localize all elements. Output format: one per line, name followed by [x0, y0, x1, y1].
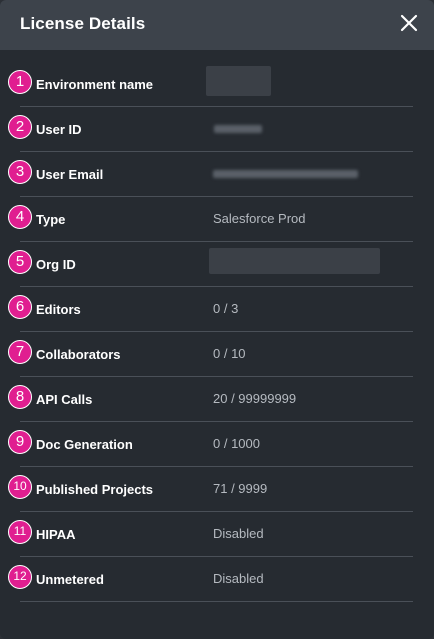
close-icon: [400, 14, 418, 32]
step-badge: 1: [8, 70, 32, 94]
row-environment-name: 1 Environment name: [0, 62, 434, 107]
row-label: Type: [36, 212, 66, 227]
row-value: Salesforce Prod: [213, 211, 306, 226]
step-badge: 12: [8, 565, 32, 589]
row-label: Published Projects: [36, 482, 154, 497]
row-label: User ID: [36, 122, 82, 137]
step-badge: 6: [8, 295, 32, 319]
license-details-list: 1 Environment name 2 User ID 3 User Emai…: [0, 62, 434, 602]
row-doc-generation: 9 Doc Generation 0 / 1000: [0, 422, 434, 467]
redacted-value: [209, 248, 380, 274]
step-badge: 10: [8, 475, 32, 499]
row-hipaa: 11 HIPAA Disabled: [0, 512, 434, 557]
row-type: 4 Type Salesforce Prod: [0, 197, 434, 242]
row-unmetered: 12 Unmetered Disabled: [0, 557, 434, 602]
row-api-calls: 8 API Calls 20 / 99999999: [0, 377, 434, 422]
row-label: User Email: [36, 167, 104, 182]
redacted-value: [214, 125, 262, 133]
row-label: HIPAA: [36, 527, 76, 542]
step-badge: 4: [8, 205, 32, 229]
row-label: Collaborators: [36, 347, 121, 362]
close-button[interactable]: [396, 10, 422, 36]
row-value: Disabled: [213, 526, 264, 541]
step-badge: 3: [8, 160, 32, 184]
license-details-dialog: License Details 1 Environment name 2 Use…: [0, 0, 434, 639]
step-badge: 9: [8, 430, 32, 454]
step-badge: 7: [8, 340, 32, 364]
row-label: Doc Generation: [36, 437, 133, 452]
row-label: Environment name: [36, 77, 154, 92]
row-published-projects: 10 Published Projects 71 / 9999: [0, 467, 434, 512]
row-editors: 6 Editors 0 / 3: [0, 287, 434, 332]
row-user-id: 2 User ID: [0, 107, 434, 152]
redacted-value: [206, 66, 271, 96]
row-label: Org ID: [36, 257, 76, 272]
dialog-title: License Details: [20, 14, 146, 33]
row-collaborators: 7 Collaborators 0 / 10: [0, 332, 434, 377]
row-user-email: 3 User Email: [0, 152, 434, 197]
row-value: 71 / 9999: [213, 481, 268, 496]
step-badge: 5: [8, 250, 32, 274]
row-value: 0 / 1000: [213, 436, 260, 451]
row-label: Editors: [36, 302, 81, 317]
row-value: 20 / 99999999: [213, 391, 297, 406]
row-value: 0 / 3: [213, 301, 239, 316]
row-label: API Calls: [36, 392, 93, 407]
row-divider: [20, 601, 413, 602]
row-value: Disabled: [213, 571, 264, 586]
row-org-id: 5 Org ID: [0, 242, 434, 287]
step-badge: 8: [8, 385, 32, 409]
step-badge: 2: [8, 115, 32, 139]
row-value: 0 / 10: [213, 346, 246, 361]
dialog-header: License Details: [0, 0, 434, 50]
redacted-value: [213, 170, 358, 178]
step-badge: 11: [8, 520, 32, 544]
row-label: Unmetered: [36, 572, 104, 587]
